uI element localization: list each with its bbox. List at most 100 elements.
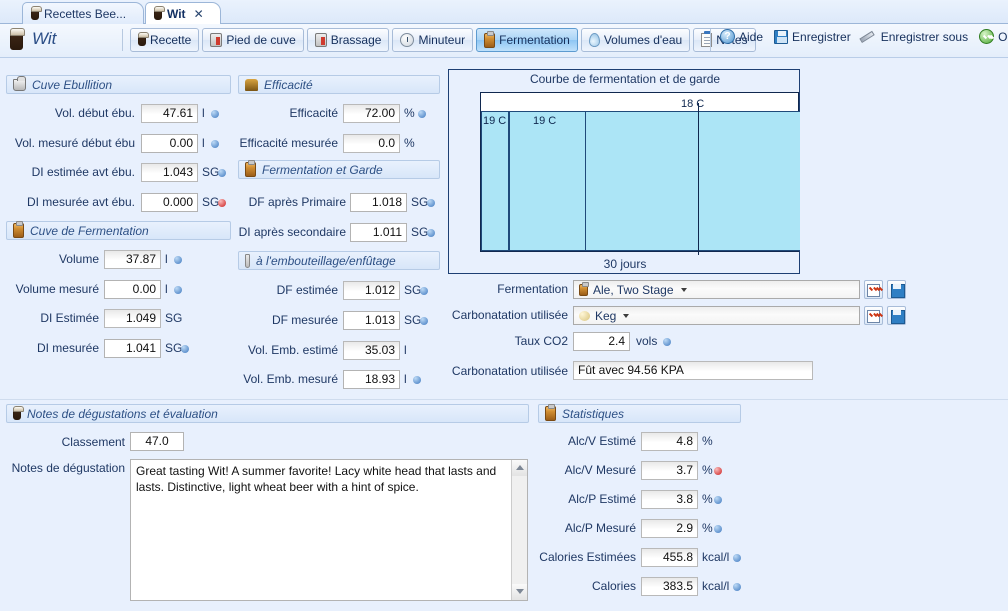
unit-calories: kcal/l (702, 577, 729, 596)
label-carbonation-profile: Carbonatation utilisée (450, 307, 568, 324)
action-label: Enregistrer (792, 30, 851, 44)
group-header-efficiency: Efficacité (238, 75, 440, 94)
input-classement[interactable]: 47.0 (130, 432, 184, 451)
group-title: Statistiques (562, 407, 624, 421)
chart-x-axis-label: 30 jours (449, 257, 801, 271)
scroll-up-icon[interactable] (512, 460, 527, 476)
tab-volumes-eau-button[interactable]: Volumes d'eau (581, 28, 690, 52)
chart-title: Courbe de fermentation et de garde (449, 72, 801, 86)
group-title: Notes de dégustations et évaluation (27, 407, 218, 421)
notes-scrollbar[interactable] (511, 460, 527, 600)
apply-carbonation-profile-button[interactable] (864, 306, 883, 325)
input-df-apres-primaire[interactable]: 1.018 (350, 193, 407, 212)
beer-glass-icon (10, 31, 23, 50)
input-vol-mesure-debut-ebu[interactable]: 0.00 (141, 134, 198, 153)
status-dot (218, 169, 226, 177)
tab-minuteur-button[interactable]: Minuteur (392, 28, 473, 52)
unit-taux-co2: vols (636, 332, 657, 351)
toolbar-actions: ? Aide Enregistrer Enregistrer sous OK (720, 29, 1008, 44)
input-calories[interactable]: 383.5 (641, 577, 698, 596)
save-button[interactable]: Enregistrer (774, 30, 851, 44)
dropdown-value: Ale, Two Stage (593, 283, 674, 297)
status-dot (174, 256, 182, 264)
tab-recettes[interactable]: Recettes Bee... (22, 2, 144, 24)
beer-glass-icon (31, 8, 39, 20)
save-fermentation-profile-button[interactable] (887, 280, 906, 299)
button-label: Brassage (331, 33, 382, 47)
toolbar-divider (122, 29, 123, 51)
help-button[interactable]: ? Aide (720, 29, 763, 44)
input-taux-co2[interactable]: 2.4 (573, 332, 630, 351)
input-di-estimee[interactable]: 1.049 (104, 309, 161, 328)
label-alc-v-estime: Alc/V Estimé (530, 433, 636, 450)
toolbar-divider-2 (710, 29, 711, 51)
unit-vol-emb-estime: l (404, 341, 407, 360)
input-di-mesuree[interactable]: 1.041 (104, 339, 161, 358)
input-alc-v-mesure[interactable]: 3.7 (641, 461, 698, 480)
action-label: Aide (739, 30, 763, 44)
input-alc-v-estime[interactable]: 4.8 (641, 432, 698, 451)
unit-volume-mesure: l (165, 280, 168, 299)
input-di-apres-secondaire[interactable]: 1.011 (350, 223, 407, 242)
unit-di-mesuree: SG (165, 339, 182, 358)
button-label: Pied de cuve (226, 33, 295, 47)
tab-recette-button[interactable]: Recette (130, 28, 199, 52)
unit-di-estimee: SG (165, 309, 182, 328)
input-carbonation-used: Fût avec 94.56 KPA (573, 361, 813, 380)
input-di-mesuree-avt-ebu[interactable]: 0.000 (141, 193, 198, 212)
save-carbonation-profile-button[interactable] (887, 306, 906, 325)
scroll-down-icon[interactable] (512, 584, 527, 600)
tab-wit[interactable]: Wit ✕ (145, 2, 221, 24)
label-di-mesuree-avt-ebu: DI mesurée avt ébu. (0, 194, 135, 211)
group-header-fermenter: Cuve de Fermentation (6, 221, 231, 240)
input-volume-mesure[interactable]: 0.00 (104, 280, 161, 299)
unit-di-estimee-avt-ebu: SG (202, 163, 219, 182)
label-di-apres-secondaire: DI après secondaire (232, 224, 346, 241)
unit-vol-mesure-debut-ebu: l (202, 134, 205, 153)
save-icon (774, 30, 788, 44)
input-volume[interactable]: 37.87 (104, 250, 161, 269)
label-alc-p-mesure: Alc/P Mesuré (530, 520, 636, 537)
input-vol-emb-estime[interactable]: 35.03 (343, 341, 400, 360)
status-dot (418, 110, 426, 118)
label-vol-debut-ebu: Vol. début ébu. (0, 105, 135, 122)
dropdown-fermentation-profile[interactable]: Ale, Two Stage (573, 280, 860, 299)
input-alc-p-estime[interactable]: 3.8 (641, 490, 698, 509)
save-as-button[interactable]: Enregistrer sous (862, 30, 968, 44)
label-efficacite-mesuree: Efficacité mesurée (232, 135, 338, 152)
close-icon[interactable]: ✕ (194, 8, 204, 20)
label-di-estimee-avt-ebu: DI estimée avt ébu. (0, 164, 135, 181)
chart-bar-primary (481, 111, 509, 251)
label-efficacite: Efficacité (232, 105, 338, 122)
group-title: Fermentation et Garde (262, 163, 383, 177)
status-dot (733, 583, 741, 591)
input-vol-emb-mesure[interactable]: 18.93 (343, 370, 400, 389)
status-dot (211, 140, 219, 148)
unit-calories-estimees: kcal/l (702, 548, 729, 567)
ok-button[interactable]: OK (979, 29, 1008, 44)
apply-fermentation-profile-button[interactable] (864, 280, 883, 299)
unit-alc-p-estime: % (702, 490, 713, 509)
input-df-estimee[interactable]: 1.012 (343, 281, 400, 300)
fermentation-chart[interactable]: Courbe de fermentation et de garde 19 C … (448, 69, 800, 274)
wheat-icon (245, 79, 258, 91)
tab-pied-de-cuve-button[interactable]: Pied de cuve (202, 28, 303, 52)
label-di-mesuree: DI mesurée (0, 340, 99, 357)
textarea-notes-degustation[interactable]: Great tasting Wit! A summer favorite! La… (130, 459, 528, 601)
input-df-mesuree[interactable]: 1.013 (343, 311, 400, 330)
tab-brassage-button[interactable]: Brassage (307, 28, 390, 52)
input-calories-estimees[interactable]: 455.8 (641, 548, 698, 567)
status-dot (413, 376, 421, 384)
input-alc-p-mesure[interactable]: 2.9 (641, 519, 698, 538)
input-efficacite[interactable]: 72.00 (343, 104, 400, 123)
dropdown-carbonation-profile[interactable]: Keg (573, 306, 860, 325)
input-vol-debut-ebu[interactable]: 47.61 (141, 104, 198, 123)
label-volume-mesure: Volume mesuré (0, 281, 99, 298)
chart-bar-secondary (509, 111, 586, 251)
tab-fermentation-button[interactable]: Fermentation (476, 28, 578, 52)
label-carbonation-used: Carbonatation utilisée (450, 363, 568, 380)
unit-alc-v-estime: % (702, 432, 713, 451)
label-calories-estimees: Calories Estimées (530, 549, 636, 566)
input-di-estimee-avt-ebu[interactable]: 1.043 (141, 163, 198, 182)
input-efficacite-mesuree[interactable]: 0.0 (343, 134, 400, 153)
